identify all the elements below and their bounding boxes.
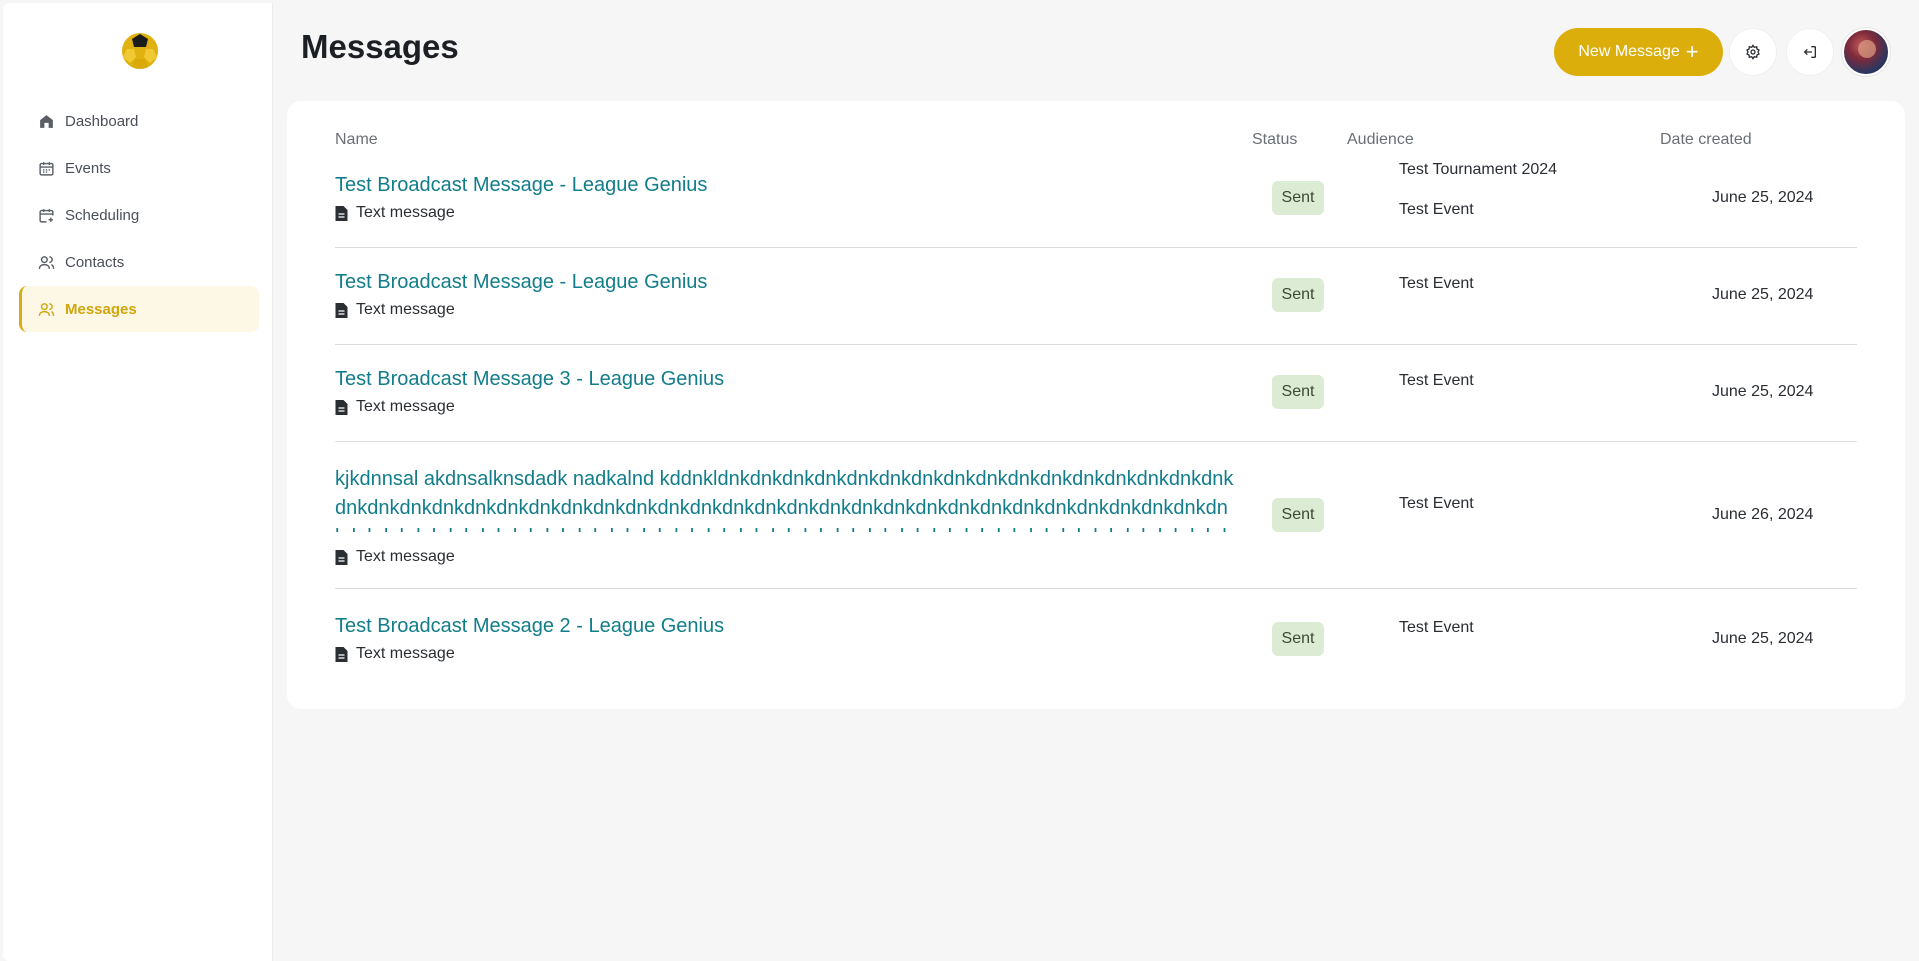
users-icon bbox=[37, 253, 55, 271]
app-logo[interactable] bbox=[118, 29, 162, 73]
document-icon bbox=[335, 302, 348, 318]
date-created: June 25, 2024 bbox=[1712, 286, 1814, 303]
document-icon bbox=[335, 549, 348, 565]
message-type: Text message bbox=[335, 301, 455, 319]
table-row[interactable]: Test Broadcast Message - League Genius T… bbox=[335, 248, 1857, 345]
sidebar-item-contacts[interactable]: Contacts bbox=[19, 239, 259, 285]
sidebar-item-dashboard[interactable]: Dashboard bbox=[19, 98, 259, 144]
status-badge: Sent bbox=[1272, 181, 1324, 215]
column-header-date[interactable]: Date created bbox=[1660, 131, 1752, 149]
audience-item: Test Event bbox=[1399, 275, 1474, 292]
message-type-label: Text message bbox=[356, 204, 455, 221]
new-message-button[interactable]: New Message + bbox=[1554, 28, 1723, 76]
sidebar-item-label: Messages bbox=[65, 300, 137, 318]
calendar-plus-icon bbox=[37, 206, 55, 224]
home-icon bbox=[37, 112, 55, 130]
message-title-link[interactable]: Test Broadcast Message 2 - League Genius bbox=[335, 612, 1235, 641]
sidebar-nav: Dashboard Events Scheduling Contacts Mes… bbox=[19, 98, 259, 333]
new-message-label: New Message bbox=[1578, 43, 1680, 60]
sidebar-item-scheduling[interactable]: Scheduling bbox=[19, 192, 259, 238]
document-icon bbox=[335, 205, 348, 221]
document-icon bbox=[335, 646, 348, 662]
audience-item: Test Event bbox=[1399, 201, 1474, 218]
sidebar: Dashboard Events Scheduling Contacts Mes… bbox=[3, 3, 273, 961]
status-badge: Sent bbox=[1272, 622, 1324, 656]
table-row[interactable]: Test Broadcast Message 2 - League Genius… bbox=[335, 589, 1857, 686]
messages-table: Name Status Audience Date created Test B… bbox=[287, 101, 1905, 709]
audience-item: Test Event bbox=[1399, 619, 1474, 636]
sidebar-item-label: Contacts bbox=[65, 253, 125, 271]
message-title-link[interactable]: Test Broadcast Message - League Genius bbox=[335, 268, 1235, 297]
plus-icon: + bbox=[1685, 39, 1699, 64]
document-icon bbox=[335, 399, 348, 415]
status-badge: Sent bbox=[1272, 498, 1324, 532]
table-row[interactable]: kjkdnnsal akdnsalknsdadk nadkalnd kddnkl… bbox=[335, 442, 1857, 589]
column-header-status[interactable]: Status bbox=[1252, 131, 1297, 149]
status-badge: Sent bbox=[1272, 375, 1324, 409]
column-header-name[interactable]: Name bbox=[335, 131, 378, 149]
app-window: Dashboard Events Scheduling Contacts Mes… bbox=[3, 3, 1916, 961]
settings-button[interactable] bbox=[1729, 28, 1777, 76]
message-title-link[interactable]: kjkdnnsal akdnsalknsdadk nadkalnd kddnkl… bbox=[335, 465, 1235, 532]
message-type: Text message bbox=[335, 645, 455, 663]
message-type: Text message bbox=[335, 204, 455, 222]
sidebar-item-messages[interactable]: Messages bbox=[19, 286, 259, 332]
message-type-label: Text message bbox=[356, 548, 455, 565]
avatar[interactable] bbox=[1842, 28, 1890, 76]
message-type-label: Text message bbox=[356, 645, 455, 662]
audience-item: Test Tournament 2024 bbox=[1399, 161, 1558, 178]
table-row[interactable]: Test Broadcast Message 3 - League Genius… bbox=[335, 345, 1857, 442]
audience-item: Test Event bbox=[1399, 372, 1474, 389]
status-badge: Sent bbox=[1272, 278, 1324, 312]
audience-item: Test Event bbox=[1399, 495, 1474, 512]
logout-icon bbox=[1802, 44, 1818, 60]
message-type: Text message bbox=[335, 548, 455, 566]
message-type: Text message bbox=[335, 398, 455, 416]
sidebar-item-label: Events bbox=[65, 159, 111, 177]
sidebar-item-label: Dashboard bbox=[65, 112, 139, 130]
column-header-audience[interactable]: Audience bbox=[1347, 131, 1414, 149]
calendar-icon bbox=[37, 159, 55, 177]
gear-icon bbox=[1745, 44, 1761, 60]
users-icon bbox=[37, 300, 55, 318]
sidebar-item-events[interactable]: Events bbox=[19, 145, 259, 191]
date-created: June 25, 2024 bbox=[1712, 383, 1814, 400]
logout-button[interactable] bbox=[1786, 28, 1834, 76]
message-type-label: Text message bbox=[356, 301, 455, 318]
table-row[interactable]: Test Broadcast Message - League Genius T… bbox=[335, 159, 1857, 248]
message-title-link[interactable]: Test Broadcast Message 3 - League Genius bbox=[335, 365, 1235, 394]
date-created: June 25, 2024 bbox=[1712, 630, 1814, 647]
date-created: June 25, 2024 bbox=[1712, 189, 1814, 206]
page-title: Messages bbox=[301, 28, 459, 65]
message-type-label: Text message bbox=[356, 398, 455, 415]
message-title-link[interactable]: Test Broadcast Message - League Genius bbox=[335, 171, 1235, 200]
date-created: June 26, 2024 bbox=[1712, 506, 1814, 523]
sidebar-item-label: Scheduling bbox=[65, 206, 140, 224]
